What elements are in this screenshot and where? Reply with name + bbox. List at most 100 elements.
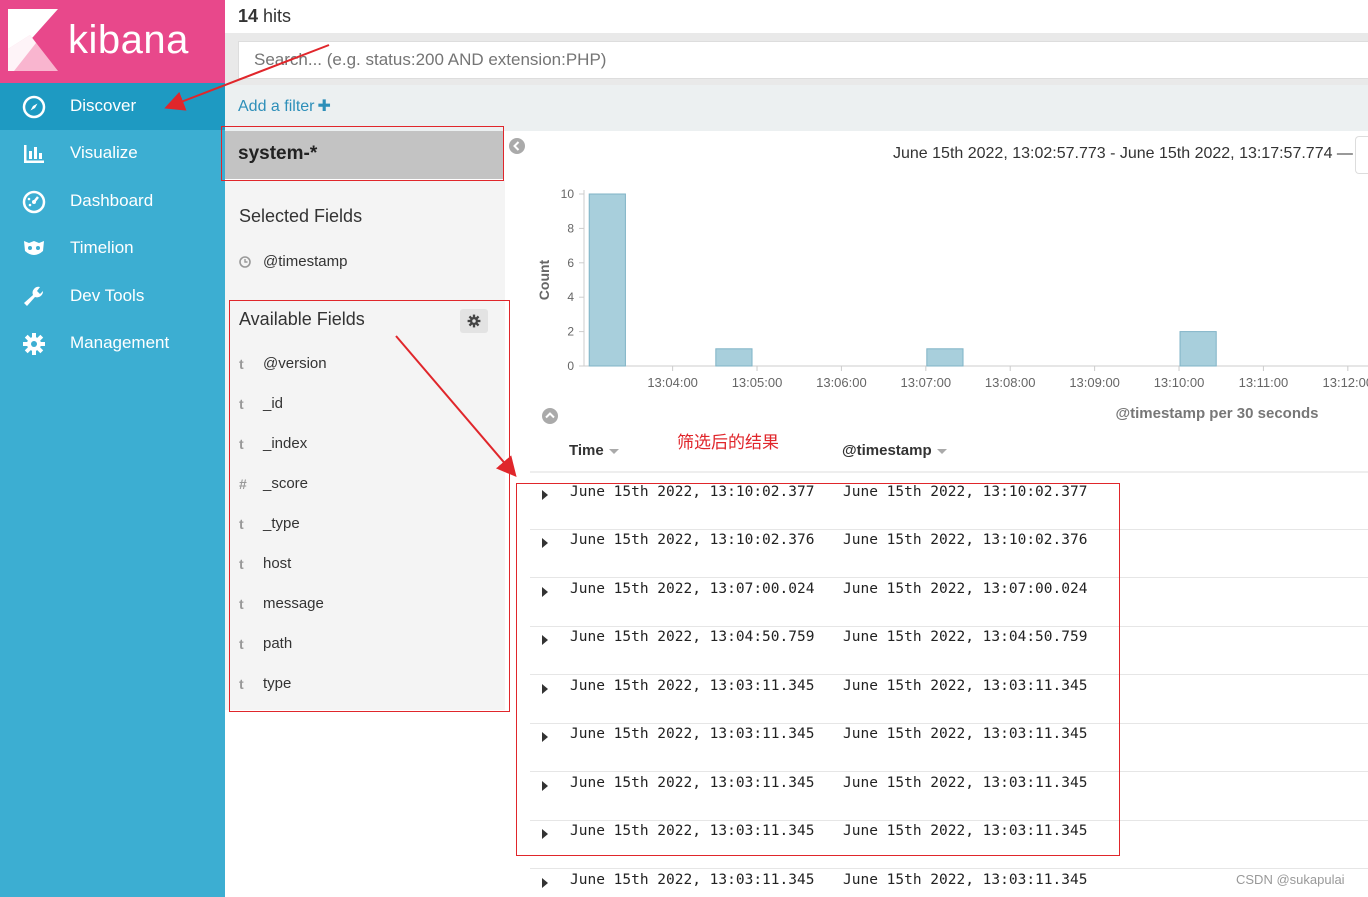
cell-timestamp: June 15th 2022, 13:03:11.345 — [843, 823, 1088, 839]
chart-bars — [588, 193, 1217, 367]
expand-row-icon[interactable] — [540, 683, 550, 695]
gear-icon — [23, 333, 45, 355]
y-tick-label: 8 — [567, 221, 574, 235]
kibana-logo[interactable]: kibana — [0, 0, 225, 83]
table-row[interactable]: June 15th 2022, 13:10:02.377 June 15th 20… — [530, 482, 1368, 530]
wrench-icon — [24, 286, 44, 306]
hits-number: 14 — [238, 6, 259, 26]
chart-x-axis-label: @timestamp per 30 seconds — [1115, 405, 1318, 422]
x-tick-label: 13:09:00 — [1069, 375, 1120, 390]
field-type-string: t — [239, 636, 244, 652]
x-tick-label: 13:10:00 — [1154, 375, 1205, 390]
collapse-chart-icon[interactable] — [541, 407, 559, 425]
x-tick-label: 13:06:00 — [816, 375, 867, 390]
search-input[interactable] — [238, 41, 1368, 79]
field-settings-button[interactable] — [460, 309, 488, 333]
cell-timestamp: June 15th 2022, 13:10:02.377 — [843, 484, 1088, 500]
nav-item-dev-tools[interactable]: Dev Tools — [0, 273, 225, 320]
compass-icon — [22, 95, 46, 119]
collapse-sidebar-icon[interactable] — [508, 137, 526, 155]
histogram-chart: 0 2 4 6 8 10 13:04:00 13:05:00 13:06:00 13:07:00 1… — [536, 187, 1368, 422]
table-row[interactable]: June 15th 2022, 13:03:11.345 June 15th 20… — [530, 676, 1368, 724]
x-tick-label: 13:04:00 — [647, 375, 698, 390]
available-fields-title: Available Fields — [239, 309, 365, 329]
field-type-string: t — [239, 556, 244, 572]
x-tick-label: 13:08:00 — [985, 375, 1036, 390]
annotation-text: 筛选后的结果 — [677, 433, 779, 452]
nav-item-management[interactable]: Management — [0, 320, 225, 367]
field-type-string: t — [239, 516, 244, 532]
cell-timestamp: June 15th 2022, 13:07:00.024 — [843, 581, 1088, 597]
expand-row-icon[interactable] — [540, 537, 550, 549]
add-filter-label: Add a filter — [238, 98, 315, 115]
nav-item-discover[interactable]: Discover — [0, 83, 225, 130]
field-name: _type — [263, 515, 300, 532]
hits-count: 14 hits — [238, 6, 291, 27]
cell-time: June 15th 2022, 13:03:11.345 — [570, 678, 815, 694]
sort-caret-icon — [936, 448, 947, 454]
histogram-bar — [588, 193, 626, 367]
add-filter-button[interactable]: Add a filter ✚ — [238, 96, 331, 116]
cell-time: June 15th 2022, 13:07:00.024 — [570, 581, 815, 597]
sort-caret-icon — [608, 448, 619, 454]
field-name: _index — [263, 435, 308, 452]
table-row[interactable]: June 15th 2022, 13:03:11.345 June 15th 20… — [530, 773, 1368, 821]
time-picker-button[interactable] — [1355, 136, 1368, 174]
expand-row-icon[interactable] — [540, 586, 550, 598]
table-row[interactable]: June 15th 2022, 13:03:11.345 June 15th 20… — [530, 821, 1368, 869]
y-tick-label: 0 — [567, 359, 574, 373]
field-name: @version — [263, 355, 327, 372]
cell-time: June 15th 2022, 13:03:11.345 — [570, 726, 815, 742]
expand-row-icon[interactable] — [540, 877, 550, 889]
expand-row-icon[interactable] — [540, 828, 550, 840]
y-tick-label: 10 — [561, 187, 575, 201]
timelion-mask-icon — [24, 241, 44, 255]
nav-item-visualize[interactable]: Visualize — [0, 130, 225, 177]
index-pattern-label: system-* — [238, 143, 318, 164]
column-header-time[interactable]: Time — [569, 442, 619, 459]
logo-text: kibana — [68, 18, 189, 62]
cell-timestamp: June 15th 2022, 13:03:11.345 — [843, 678, 1088, 694]
dashboard-gauge-icon — [22, 190, 46, 214]
table-row[interactable]: June 15th 2022, 13:10:02.376 June 15th 20… — [530, 530, 1368, 578]
field-name: _score — [263, 475, 309, 492]
column-header-timestamp[interactable]: @timestamp — [842, 442, 947, 459]
field-type-string: t — [239, 596, 244, 612]
expand-row-icon[interactable] — [540, 780, 550, 792]
column-header-label: Time — [569, 442, 604, 459]
table-header-divider — [530, 471, 1368, 473]
field-name: host — [263, 555, 292, 572]
table-row[interactable]: June 15th 2022, 13:04:50.759 June 15th 20… — [530, 627, 1368, 675]
gear-icon — [467, 314, 481, 328]
y-tick-label: 4 — [567, 290, 574, 304]
cell-time: June 15th 2022, 13:03:11.345 — [570, 823, 815, 839]
histogram-bar — [926, 348, 964, 367]
cell-time: June 15th 2022, 13:04:50.759 — [570, 629, 815, 645]
field-type-string: t — [239, 396, 244, 412]
field-type-string: t — [239, 356, 244, 372]
filter-bar — [225, 85, 1368, 131]
field-name: path — [263, 635, 293, 652]
expand-row-icon[interactable] — [540, 731, 550, 743]
table-row[interactable]: June 15th 2022, 13:07:00.024 June 15th 20… — [530, 579, 1368, 627]
cell-timestamp: June 15th 2022, 13:03:11.345 — [843, 726, 1088, 742]
field-name: _id — [263, 395, 284, 412]
field-name: message — [263, 595, 324, 612]
cell-timestamp: June 15th 2022, 13:04:50.759 — [843, 629, 1088, 645]
x-tick-label: 13:11:00 — [1239, 375, 1289, 390]
expand-row-icon[interactable] — [540, 489, 550, 501]
y-tick-label: 2 — [567, 325, 574, 339]
nav-item-dashboard[interactable]: Dashboard — [0, 178, 225, 225]
field-type-string: t — [239, 436, 244, 452]
nav-label: Discover — [70, 96, 137, 115]
table-row[interactable]: June 15th 2022, 13:03:11.345 June 15th 20… — [530, 724, 1368, 772]
column-header-label: @timestamp — [842, 442, 932, 459]
expand-row-icon[interactable] — [540, 634, 550, 646]
y-tick-label: 6 — [567, 256, 574, 270]
hits-label: hits — [258, 6, 292, 26]
field-type-number: # — [239, 476, 247, 492]
histogram-bar — [715, 348, 753, 367]
cell-timestamp: June 15th 2022, 13:10:02.376 — [843, 532, 1088, 548]
field-name: @timestamp — [263, 253, 348, 270]
nav-item-timelion[interactable]: Timelion — [0, 225, 225, 272]
